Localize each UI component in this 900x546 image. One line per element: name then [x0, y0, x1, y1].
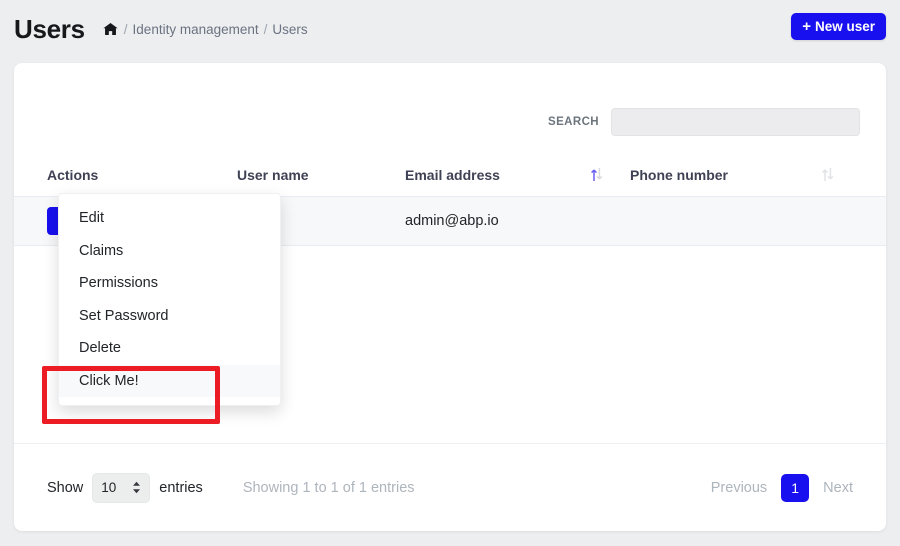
column-header-phone-label: Phone number	[630, 166, 729, 183]
breadcrumb-item-users: Users	[272, 21, 308, 37]
search-label: SEARCH	[548, 116, 599, 128]
page-title: Users	[14, 13, 85, 44]
page-length-value: 10	[101, 480, 117, 495]
pagination-page-1[interactable]: 1	[781, 473, 810, 502]
sort-icon-phone[interactable]	[822, 167, 833, 182]
menu-item-delete[interactable]: Delete	[59, 332, 280, 365]
breadcrumb-separator-2: /	[263, 21, 268, 37]
show-label: Show	[47, 479, 84, 496]
search-input[interactable]	[611, 108, 860, 136]
new-user-button-label: New user	[814, 19, 875, 34]
actions-dropdown-menu: Edit Claims Permissions Set Password Del…	[58, 193, 281, 406]
users-page: Users / Identity management / Users + Ne…	[0, 0, 900, 546]
breadcrumb-separator-1: /	[123, 21, 128, 37]
menu-item-click-me[interactable]: Click Me!	[59, 364, 280, 397]
column-header-actions: Actions	[47, 166, 99, 183]
new-user-button[interactable]: + New user	[791, 13, 886, 40]
plus-icon: +	[802, 18, 811, 35]
menu-item-edit[interactable]: Edit	[59, 202, 280, 235]
stepper-icon	[132, 481, 141, 494]
sort-icon-email[interactable]	[591, 167, 602, 182]
search-row: SEARCH	[548, 108, 860, 136]
page-length-control: Show 10 entries	[47, 472, 203, 503]
pagination-next[interactable]: Next	[823, 480, 853, 496]
column-header-phone[interactable]: Phone number	[630, 167, 860, 183]
menu-item-claims[interactable]: Claims	[59, 235, 280, 268]
table-footer: Show 10 entries Showing 1 to 1 of 1 entr…	[14, 443, 886, 531]
page-length-select[interactable]: 10	[92, 472, 151, 503]
entries-label: entries	[159, 479, 203, 496]
pagination: Previous 1 Next	[711, 473, 853, 502]
page-header: Users / Identity management / Users	[0, 0, 900, 58]
menu-item-permissions[interactable]: Permissions	[59, 267, 280, 300]
menu-item-set-password[interactable]: Set Password	[59, 300, 280, 333]
column-header-username: User name	[237, 166, 309, 183]
home-icon[interactable]	[103, 22, 118, 36]
column-header-email-label: Email address	[405, 166, 500, 183]
breadcrumb: / Identity management / Users	[103, 22, 308, 37]
cell-email: admin@abp.io	[405, 213, 499, 229]
pagination-previous[interactable]: Previous	[711, 480, 767, 496]
table-header-row: Actions User name Email address Phone nu…	[14, 153, 886, 197]
showing-info: Showing 1 to 1 of 1 entries	[242, 479, 415, 496]
breadcrumb-item-identity-management[interactable]: Identity management	[133, 22, 259, 37]
column-header-email[interactable]: Email address	[405, 167, 630, 183]
